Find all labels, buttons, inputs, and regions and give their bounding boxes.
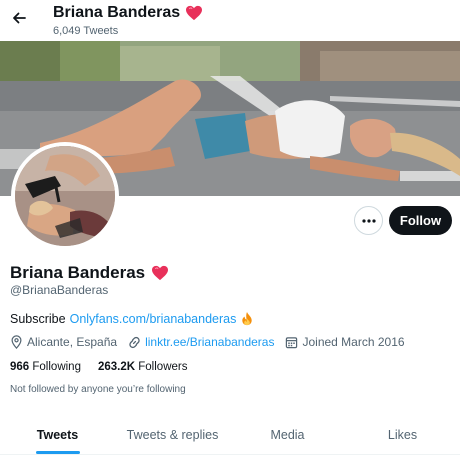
profile-meta: Alicante, España linktr.ee/Brianabandera… [10, 335, 416, 349]
website-link[interactable]: linktr.ee/Brianabanderas [145, 335, 274, 349]
display-name-text: Briana Banderas [10, 263, 146, 282]
tab-tweets[interactable]: Tweets [0, 415, 115, 454]
link-icon [129, 336, 140, 348]
website-item: linktr.ee/Brianabanderas [128, 335, 274, 349]
follow-stats: 966 Following 263.2K Followers [10, 361, 187, 373]
location-text: Alicante, España [27, 335, 118, 349]
ellipsis-icon [361, 218, 376, 223]
bio-link[interactable]: Onlyfans.com/brianabanderas [70, 312, 237, 326]
back-arrow-icon [13, 12, 26, 24]
display-name: Briana Banderas [10, 263, 169, 283]
avatar[interactable] [11, 142, 119, 250]
bio: Subscribe Onlyfans.com/brianabanderas [10, 311, 254, 326]
top-bar: Briana Banderas 6,049 Tweets [0, 0, 460, 41]
user-handle: @BrianaBanderas [10, 283, 109, 297]
followers-label: Followers [138, 361, 188, 373]
location-pin-icon [11, 335, 22, 349]
tab-tweets-and-replies[interactable]: Tweets & replies [115, 415, 230, 454]
profile-tabs: Tweets Tweets & replies Media Likes [0, 415, 460, 455]
more-options-button[interactable] [354, 206, 383, 235]
joined-text: Joined March 2016 [302, 335, 405, 349]
followers-count: 263.2K [97, 361, 136, 373]
red-heart-emoji-icon [186, 5, 203, 21]
calendar-icon [286, 336, 298, 348]
followers-link[interactable]: 263.2K Followers [98, 361, 188, 373]
following-label: Following [32, 361, 81, 373]
tweet-count: 6,049 Tweets [53, 25, 119, 37]
following-count: 966 [10, 361, 30, 373]
bio-prefix: Subscribe [10, 311, 66, 326]
tab-likes[interactable]: Likes [345, 415, 460, 454]
avatar-photo [15, 146, 115, 246]
back-button[interactable] [8, 7, 30, 29]
not-followed-notice: Not followed by anyone you’re following [10, 384, 186, 395]
joined-item: Joined March 2016 [285, 335, 405, 349]
fire-emoji-icon [242, 311, 253, 326]
location-item: Alicante, España [10, 335, 117, 349]
header-name: Briana Banderas [53, 4, 203, 22]
red-heart-emoji-icon [152, 265, 169, 281]
follow-button[interactable]: Follow [389, 206, 452, 235]
following-link[interactable]: 966 Following [10, 361, 81, 373]
header-name-text: Briana Banderas [53, 4, 181, 21]
tab-media[interactable]: Media [230, 415, 345, 454]
